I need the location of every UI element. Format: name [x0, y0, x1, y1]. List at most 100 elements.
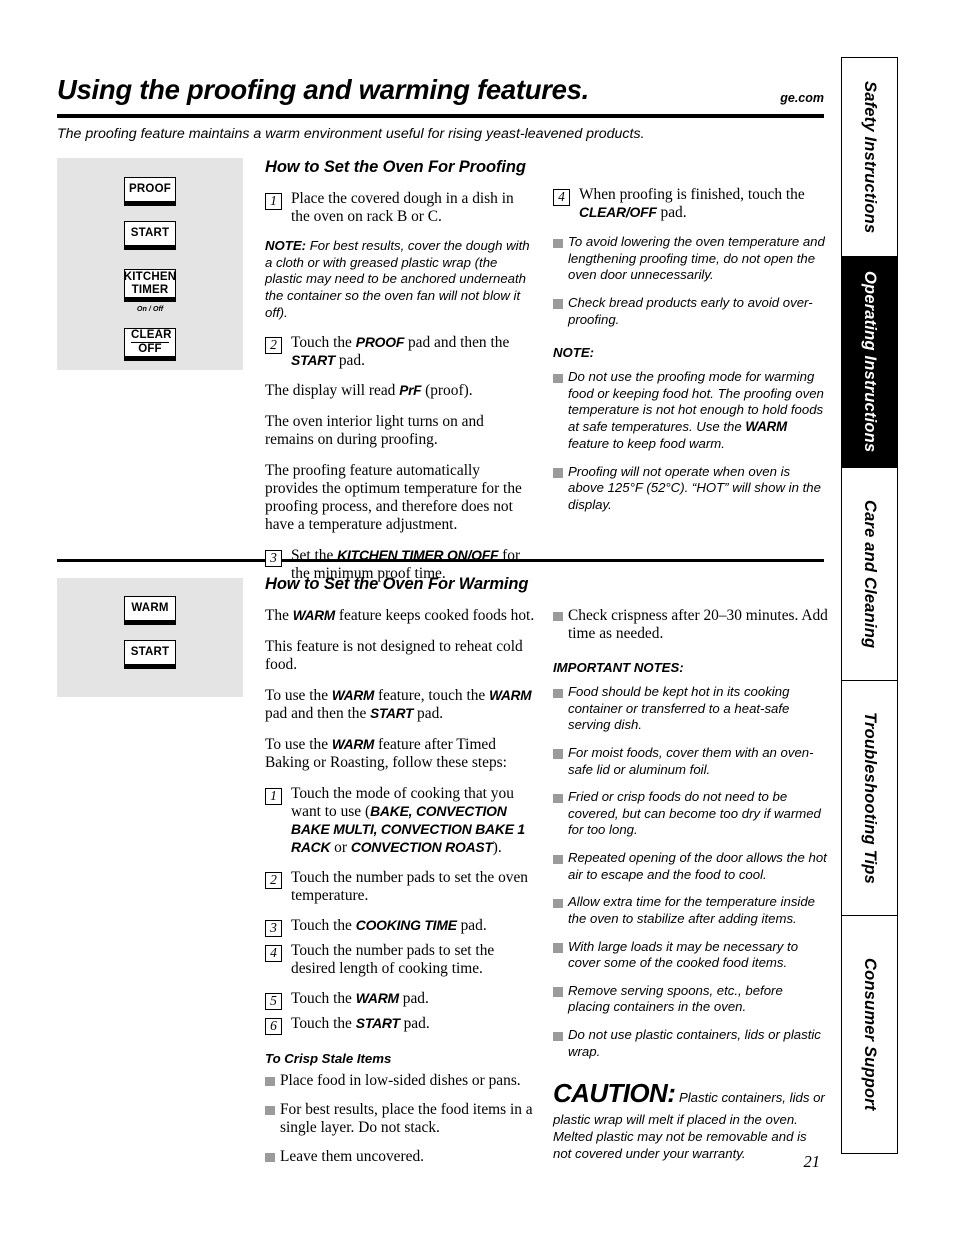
step-number: 4 — [553, 189, 570, 206]
tab-operating-instructions[interactable]: Operating Instructions — [842, 257, 897, 468]
square-bullet-icon — [553, 688, 563, 699]
bullet-text: For best results, place the food items i… — [280, 1101, 533, 1137]
tab-label: Safety Instructions — [860, 80, 879, 234]
warming-step-6: 6 Touch the START pad. — [265, 1015, 537, 1036]
tab-care-and-cleaning[interactable]: Care and Cleaning — [842, 467, 897, 682]
step-number: 2 — [265, 337, 282, 355]
kitchen-timer-sublabel: On / Off — [136, 303, 164, 313]
tab-label: Operating Instructions — [860, 271, 879, 453]
tab-safety-instructions[interactable]: Safety Instructions — [842, 58, 897, 258]
list-item: To avoid lowering the oven temperature a… — [553, 234, 825, 284]
header-rule — [57, 114, 824, 118]
pad-reference: WARM — [292, 608, 336, 623]
list-item: For best results, place the food items i… — [265, 1101, 537, 1137]
warming-paragraph-2: This feature is not designed to reheat c… — [265, 638, 523, 674]
list-item: Do not use the proofing mode for warming… — [553, 369, 825, 452]
clear-off-line1: CLEAR — [131, 329, 172, 343]
list-item: Food should be kept hot in its cooking c… — [553, 684, 828, 734]
square-bullet-icon — [553, 987, 563, 997]
step-text: Touch the START pad. — [291, 1015, 537, 1033]
bullet-text: Repeated opening of the door allows the … — [568, 850, 827, 882]
step-text: Touch the COOKING TIME pad. — [291, 917, 537, 935]
square-bullet-icon — [265, 1105, 275, 1116]
step-text-a: Touch the — [291, 334, 356, 352]
step-text-a: Set the — [291, 547, 338, 565]
list-item: Place food in low-sided dishes or pans. — [265, 1072, 537, 1090]
clear-off-pad-label: CLEAR OFF — [124, 327, 176, 361]
step-number: 2 — [265, 872, 282, 890]
start-pad: START — [124, 640, 176, 669]
warming-heading: How to Set the Oven For Warming — [265, 575, 529, 593]
brand-url: ge.com — [780, 91, 824, 105]
square-bullet-icon — [553, 749, 563, 759]
bullet-text: Food should be kept hot in its cooking c… — [568, 684, 790, 733]
square-bullet-icon — [265, 1076, 275, 1087]
bullet-text: Remove serving spoons, etc., before plac… — [568, 982, 783, 1015]
para-text-c: pad and then the — [265, 705, 371, 723]
proofing-step-1: 1 Place the covered dough in a dish in t… — [265, 190, 531, 226]
warming-paragraph-4: To use the WARM feature after Timed Baki… — [265, 736, 537, 772]
pad-reference: WARM — [331, 688, 375, 704]
step-text: Touch the mode of cooking that you want … — [291, 785, 537, 857]
kitchen-timer-pad-label: KITCHEN TIMER — [124, 269, 176, 302]
pad-reference: WARM — [489, 688, 532, 704]
page-title: Using the proofing and warming features. — [57, 74, 589, 105]
para-text-d: pad. — [413, 705, 444, 723]
bullet-text: Fried or crisp foods do not need to be c… — [568, 789, 821, 838]
caution-label: CAUTION: — [553, 1078, 676, 1109]
pad-reference: PROOF — [355, 334, 405, 351]
square-bullet-icon — [553, 898, 563, 909]
pad-reference: COOKING TIME — [355, 917, 457, 934]
para-text-a: To use the — [265, 687, 332, 705]
square-bullet-icon — [553, 299, 563, 309]
list-item: Fried or crisp foods do not need to be c… — [553, 789, 828, 839]
warming-left-column: How to Set the Oven For Warming The WARM… — [265, 575, 537, 1166]
para-text-b: feature, touch the — [374, 687, 490, 705]
square-bullet-icon — [553, 373, 563, 384]
step-text-b: pad and then the — [404, 334, 510, 352]
list-item: Repeated opening of the door allows the … — [553, 850, 828, 883]
square-bullet-icon — [553, 854, 563, 865]
square-bullet-icon — [553, 611, 563, 621]
step-text: Touch the PROOF pad and then the START p… — [291, 334, 531, 370]
square-bullet-icon — [553, 943, 563, 953]
para-text-a: The — [265, 607, 293, 624]
warming-step-1: 1 Touch the mode of cooking that you wan… — [265, 785, 537, 857]
list-item: Do not use plastic containers, lids or p… — [553, 1027, 828, 1060]
display-text-a: The display will read — [265, 382, 400, 400]
bullet-text: Check crispness after 20–30 minutes. Add… — [568, 607, 828, 643]
square-bullet-icon — [553, 1031, 563, 1042]
bullet-text: Allow extra time for the temperature ins… — [568, 894, 816, 926]
step-text: When proofing is finished, touch the CLE… — [579, 186, 825, 222]
tab-troubleshooting-tips[interactable]: Troubleshooting Tips — [842, 681, 897, 917]
start-pad: START — [124, 221, 176, 250]
step-text-c: pad. — [335, 352, 365, 370]
page-number: 21 — [803, 1152, 821, 1171]
step-text: Touch the number pads to set the desired… — [291, 942, 495, 978]
step-text: Place the covered dough in a dish in the… — [291, 190, 514, 226]
para-text-b: feature keeps cooked foods hot. — [335, 607, 535, 624]
proofing-left-column: How to Set the Oven For Proofing 1 Place… — [265, 158, 531, 595]
pad-reference: START — [291, 352, 336, 369]
intro-text: The proofing feature maintains a warm en… — [57, 126, 645, 142]
kitchen-timer-pad: KITCHEN TIMER On / Off — [124, 269, 176, 313]
step-text-a: Touch the — [291, 917, 356, 935]
pad-reference: WARM — [355, 990, 399, 1007]
step-text-b: pad. — [399, 1015, 430, 1033]
para-text-a: To use the — [265, 736, 332, 754]
tab-consumer-support[interactable]: Consumer Support — [842, 916, 897, 1153]
square-bullet-icon — [553, 468, 563, 478]
display-text-b: (proof). — [421, 382, 473, 400]
warming-paragraph-1: The WARM feature keeps cooked foods hot. — [265, 607, 537, 625]
warming-paragraph-3: To use the WARM feature, touch the WARM … — [265, 687, 537, 723]
warming-step-4: 4 Touch the number pads to set the desir… — [265, 942, 537, 978]
step-number: 1 — [265, 193, 282, 210]
important-notes-list: Food should be kept hot in its cooking c… — [553, 684, 828, 1060]
crisp-stale-items-heading: To Crisp Stale Items — [265, 1051, 392, 1067]
note-label: NOTE: — [265, 238, 307, 254]
proofing-display-paragraph: The display will read PrF (proof). — [265, 382, 531, 400]
section-tab-strip: Safety Instructions Operating Instructio… — [841, 57, 898, 1154]
bullet-text: Do not use plastic containers, lids or p… — [568, 1027, 821, 1059]
bullet-text: Do not use the proofing mode for warming… — [568, 369, 825, 452]
square-bullet-icon — [553, 793, 563, 804]
